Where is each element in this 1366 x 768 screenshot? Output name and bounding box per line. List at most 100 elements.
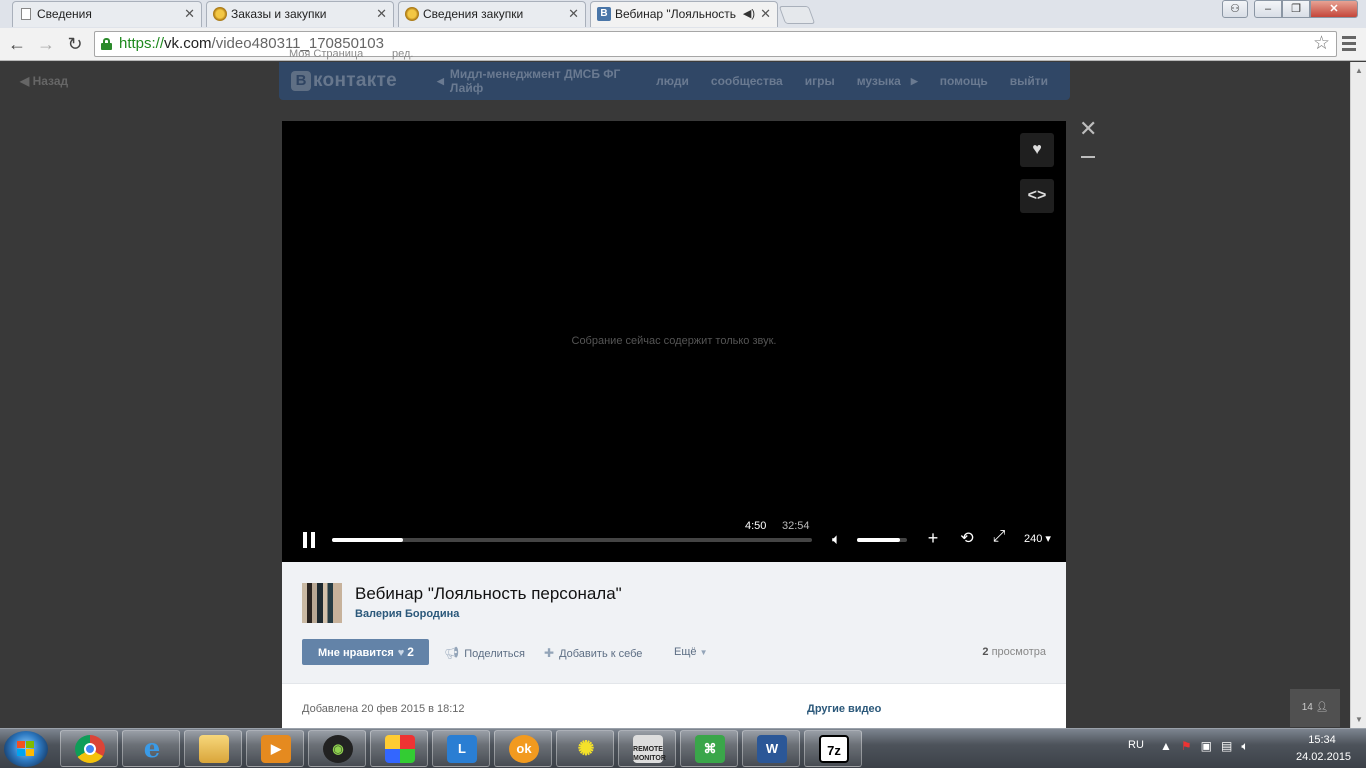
share-button[interactable]: 📢︎ Поделиться: [444, 646, 525, 660]
nav-people[interactable]: люди: [656, 74, 689, 88]
nav-group[interactable]: Мидл-менеджмент ДМСБ ФГ Лайф: [450, 67, 634, 95]
back-link[interactable]: ◀ Назад: [20, 74, 68, 88]
loop-icon[interactable]: ⟲: [957, 528, 977, 548]
nav-communities[interactable]: сообщества: [711, 74, 783, 88]
video-info-panel: Вебинар "Лояльность персонала" Валерия Б…: [282, 562, 1066, 728]
nav-games[interactable]: игры: [805, 74, 835, 88]
add-label: Добавить к себе: [559, 648, 643, 660]
video-player[interactable]: ♥ <> Собрание сейчас содержит только зву…: [282, 121, 1066, 562]
left-menu-my-page[interactable]: Моя Страница: [289, 48, 363, 60]
quality-selector[interactable]: 240 ▾: [1024, 532, 1051, 545]
scroll-down-icon[interactable]: ▼: [1355, 715, 1363, 724]
nav-next-icon[interactable]: ▶: [911, 76, 918, 87]
progress-fill: [332, 538, 403, 542]
taskbar-lync[interactable]: L: [432, 730, 490, 767]
maximize-button[interactable]: ❐: [1282, 0, 1310, 18]
more-button[interactable]: Ещё ▼: [674, 646, 713, 658]
taskbar-network[interactable]: ⌘: [680, 730, 738, 767]
plus-icon: ✚: [544, 646, 555, 660]
nav-music[interactable]: музыка: [857, 74, 901, 88]
network-status-icon[interactable]: ▤: [1221, 739, 1232, 754]
minimize-icon[interactable]: [1081, 156, 1095, 158]
bookmark-star-icon[interactable]: ☆: [1313, 33, 1330, 55]
audio-only-message: Собрание сейчас содержит только звук.: [571, 335, 777, 347]
tray-icons: ▲ ⚑ ▣ ▤ 🔈︎: [1160, 739, 1258, 754]
vk-logo[interactable]: В контакте: [291, 70, 397, 92]
tab-purchase-info[interactable]: Сведения закупки ✕: [398, 1, 586, 27]
windows-logo-icon: [17, 741, 35, 757]
word-icon: W: [757, 735, 787, 763]
heart-icon[interactable]: ♥: [1020, 133, 1054, 167]
menu-icon[interactable]: [1342, 36, 1358, 52]
taskbar-explorer[interactable]: [184, 730, 242, 767]
volume-slider[interactable]: [857, 538, 907, 542]
scrollbar[interactable]: ▲ ▼: [1350, 62, 1366, 728]
embed-code-icon[interactable]: <>: [1020, 179, 1054, 213]
taskbar-media-player[interactable]: ▶: [246, 730, 304, 767]
clock-date[interactable]: 24.02.2015: [1296, 751, 1351, 763]
pause-icon[interactable]: [303, 532, 317, 548]
tab-close-icon[interactable]: ✕: [184, 2, 195, 26]
add-icon[interactable]: +: [923, 528, 943, 549]
action-center-flag-icon[interactable]: ⚑: [1181, 739, 1192, 754]
other-videos-link[interactable]: Другие видео: [807, 703, 881, 715]
url-host: vk.com: [164, 35, 212, 52]
fullscreen-icon[interactable]: ⤢: [989, 528, 1009, 546]
nav-help[interactable]: помощь: [940, 74, 988, 88]
volume-tray-icon[interactable]: 🔈︎: [1241, 739, 1248, 754]
url-scheme: https://: [119, 35, 165, 52]
taskbar-puzzle[interactable]: [370, 730, 428, 767]
avatar[interactable]: [302, 583, 342, 623]
megaphone-icon: 📢︎: [444, 646, 460, 660]
sun-icon: ✺: [577, 738, 595, 760]
nav-logout[interactable]: выйти: [1010, 74, 1048, 88]
address-bar[interactable]: https://vk.com/video480311_170850103 ☆: [94, 31, 1337, 57]
tab-close-icon[interactable]: ✕: [376, 2, 387, 26]
taskbar-7zip[interactable]: 7z: [804, 730, 862, 767]
online-friends-badge[interactable]: 14 👤︎: [1290, 689, 1340, 727]
show-hidden-icons-icon[interactable]: ▲: [1160, 739, 1172, 754]
online-count: 14: [1301, 702, 1313, 713]
tab-close-icon[interactable]: ✕: [568, 2, 579, 26]
reload-icon[interactable]: ↻: [63, 32, 87, 56]
taskbar-webcam[interactable]: ◉: [308, 730, 366, 767]
added-date: Добавлена 20 фев 2015 в 18:12: [302, 703, 465, 715]
tab-title: Заказы и закупки: [231, 7, 327, 21]
volume-icon[interactable]: 🔈︎: [832, 531, 841, 548]
like-label: Мне нравится: [318, 647, 394, 659]
new-tab-button[interactable]: [778, 6, 816, 24]
close-window-button[interactable]: ✕: [1310, 0, 1358, 18]
explorer-icon: [199, 735, 229, 763]
taskbar-word[interactable]: W: [742, 730, 800, 767]
author-link[interactable]: Валерия Бородина: [355, 608, 459, 620]
tab-close-icon[interactable]: ✕: [760, 2, 771, 26]
back-arrow-icon[interactable]: ←: [5, 32, 29, 56]
close-icon[interactable]: ✕: [1079, 118, 1097, 140]
language-indicator[interactable]: RU: [1128, 739, 1144, 751]
webcam-icon: ◉: [323, 735, 353, 763]
taskbar-odnoklassniki[interactable]: ok: [494, 730, 552, 767]
vk-header: В контакте ◀ Мидл-менеджмент ДМСБ ФГ Лай…: [279, 62, 1070, 100]
usb-device-icon[interactable]: ▣: [1201, 739, 1212, 754]
tab-orders[interactable]: Заказы и закупки ✕: [206, 1, 394, 27]
odnoklassniki-icon: ok: [509, 735, 539, 763]
tab-svedeniya[interactable]: Сведения ✕: [12, 1, 202, 27]
left-menu-edit[interactable]: ред.: [392, 48, 413, 60]
taskbar-chrome[interactable]: [60, 730, 118, 767]
minimize-button[interactable]: –: [1254, 0, 1282, 18]
nav-prev-icon[interactable]: ◀: [437, 76, 444, 87]
media-player-icon: ▶: [261, 735, 291, 763]
user-icon[interactable]: ⚇: [1222, 0, 1248, 18]
scroll-up-icon[interactable]: ▲: [1355, 66, 1363, 75]
start-button[interactable]: [4, 731, 48, 767]
add-to-mine-button[interactable]: ✚ Добавить к себе: [544, 646, 642, 660]
progress-bar[interactable]: [332, 538, 812, 542]
taskbar-remote-monitor[interactable]: REMOTE MONITOR: [618, 730, 676, 767]
tab-webinar[interactable]: В Вебинар "Лояльность ◀) ✕: [590, 1, 778, 27]
like-button[interactable]: Мне нравится ♥ 2: [302, 639, 429, 665]
forward-arrow-icon[interactable]: →: [34, 32, 58, 56]
taskbar-ie[interactable]: e: [122, 730, 180, 767]
network-icon: ⌘: [695, 735, 725, 763]
clock-time[interactable]: 15:34: [1298, 734, 1346, 746]
taskbar-sun[interactable]: ✺: [556, 730, 614, 767]
